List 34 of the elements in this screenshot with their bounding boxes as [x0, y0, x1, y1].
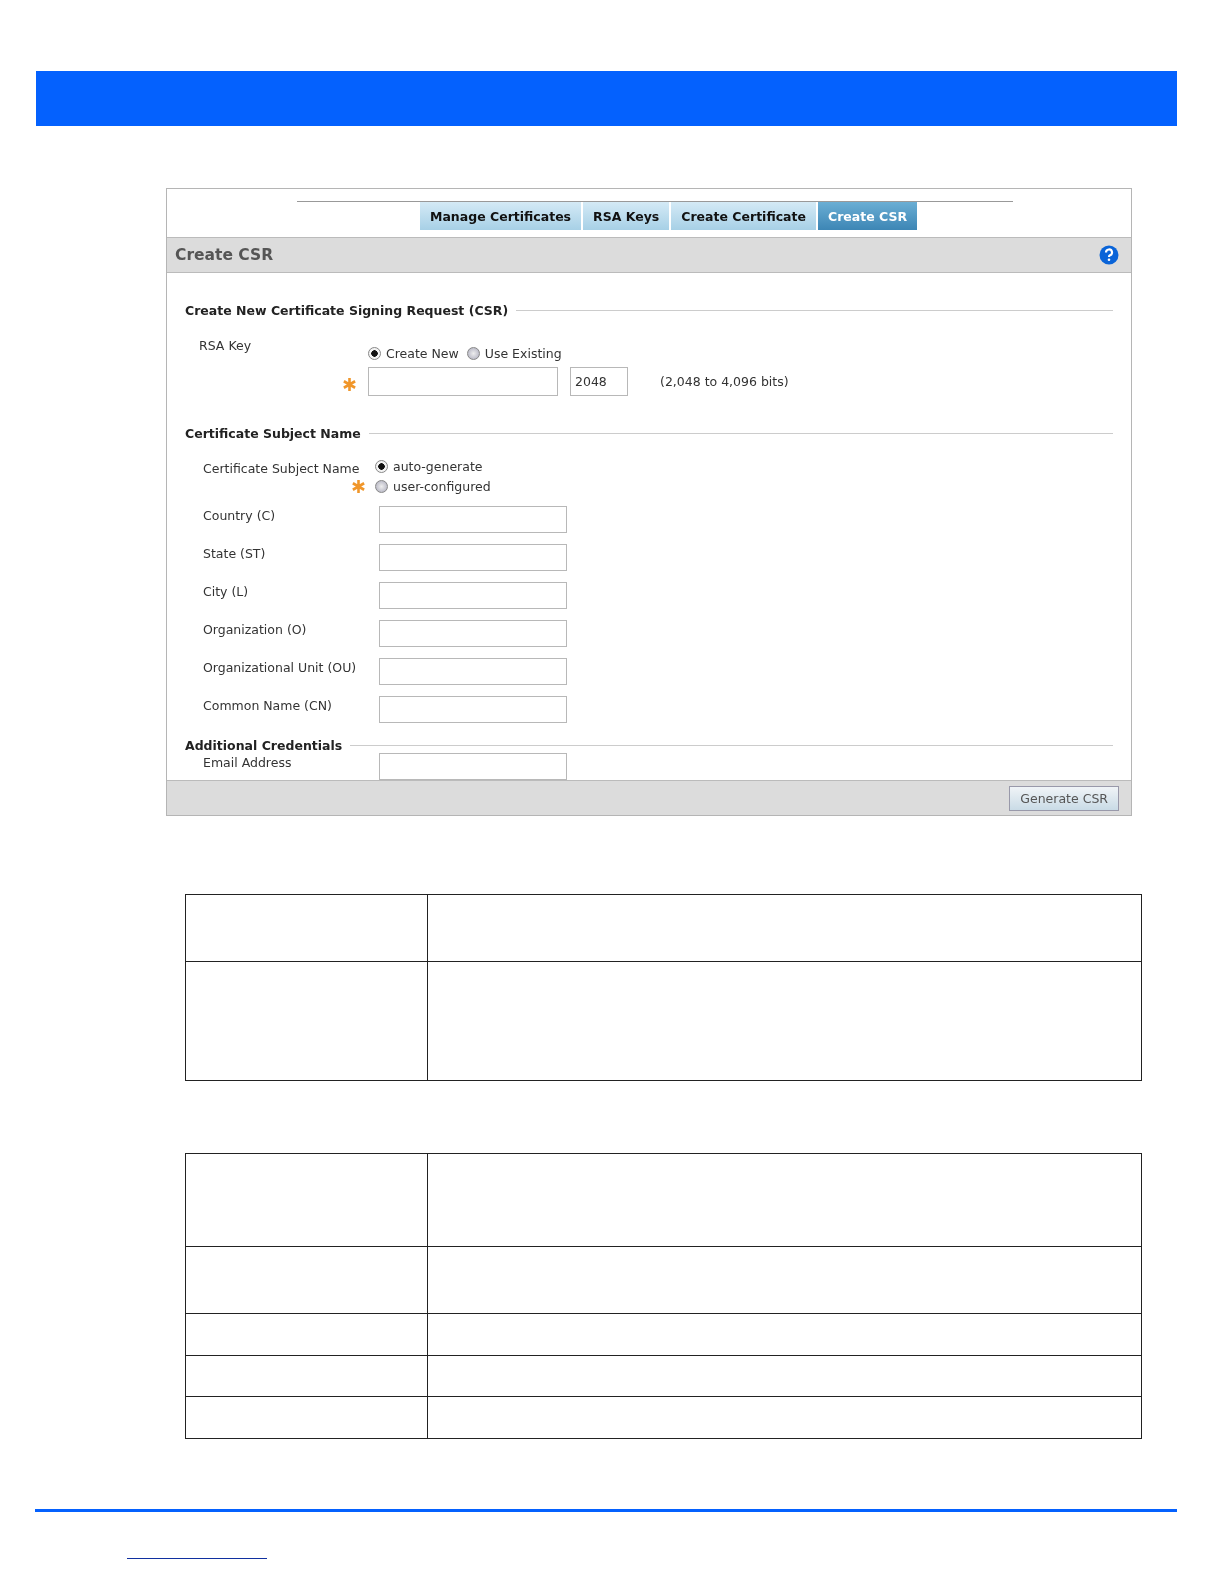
field-label: RSA Key: [198, 338, 253, 353]
section-title: Create New Certificate Signing Request (CSR): [185, 303, 509, 318]
section-title: Additional Credentials: [185, 738, 343, 753]
generate-csr-button[interactable]: Generate CSR: [1009, 785, 1119, 811]
text-field[interactable]: [379, 506, 567, 533]
radio-option[interactable]: Use Existing: [466, 346, 562, 361]
field-label: Country (C): [203, 507, 277, 523]
section-title: Certificate Subject Name: [185, 426, 361, 441]
key-name-field[interactable]: [368, 367, 558, 396]
field-label: City (L): [203, 583, 250, 599]
radio-option[interactable]: Create New: [368, 346, 459, 361]
field-label: Organizational Unit (OU): [203, 659, 358, 675]
tab[interactable]: Create Certificate: [671, 202, 816, 230]
text-field[interactable]: [379, 753, 567, 780]
radio-option[interactable]: auto-generate: [375, 459, 491, 474]
tab[interactable]: Manage Certificates: [420, 202, 582, 230]
range-hint: (2,048 to 4,096 bits): [660, 374, 789, 389]
tab[interactable]: RSA Keys: [583, 202, 670, 230]
required-icon: [343, 378, 356, 391]
key-size-field[interactable]: 2048: [570, 367, 628, 396]
text-field[interactable]: [379, 582, 567, 609]
panel-title: Create CSR: [175, 246, 274, 264]
text-field[interactable]: [379, 544, 567, 571]
help-icon[interactable]: [1099, 245, 1119, 265]
field-label: State (ST): [203, 545, 267, 561]
field-label: Organization (O): [203, 621, 308, 637]
field-label: Common Name (CN): [203, 697, 333, 713]
text-field[interactable]: [379, 696, 567, 723]
field-label: Certificate Subject Name: [203, 460, 361, 477]
required-icon: [352, 480, 365, 493]
field-label: Email Address: [203, 754, 293, 770]
radio-option[interactable]: user-configured: [375, 479, 491, 494]
text-field[interactable]: [379, 620, 567, 647]
text-field[interactable]: [379, 658, 567, 685]
